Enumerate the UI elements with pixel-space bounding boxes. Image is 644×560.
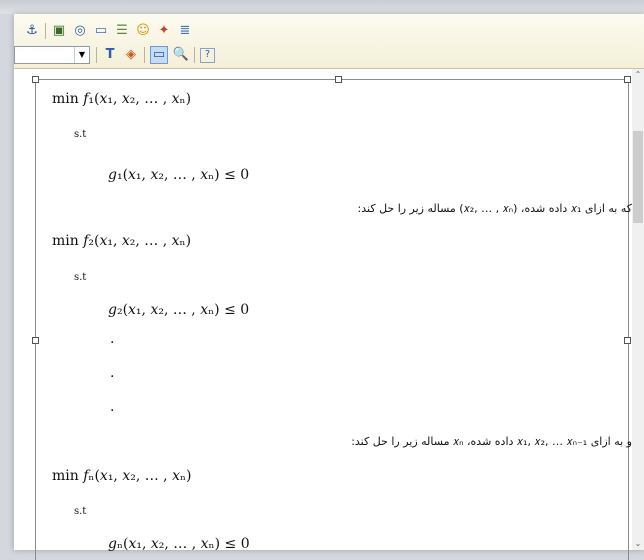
- constraint-1: 𝑔₁(𝑥₁, 𝑥₂, … , 𝑥ₙ) ≤ 0: [108, 167, 250, 183]
- lines-icon[interactable]: ☰: [114, 23, 130, 39]
- vertical-scrollbar[interactable]: ⌃ ⌄: [632, 69, 644, 550]
- resize-handle[interactable]: [624, 76, 631, 83]
- zoom-icon[interactable]: 🔍: [173, 47, 189, 63]
- separator: [96, 47, 97, 63]
- chevron-down-icon[interactable]: ▼: [74, 47, 89, 63]
- frame-icon[interactable]: ▭: [150, 46, 168, 64]
- style-combo[interactable]: ▼: [14, 46, 90, 64]
- toolbar-row-2: ▼ T ◈ ▭ 🔍 ?: [14, 44, 220, 66]
- subject-to-3: s.t: [74, 506, 87, 517]
- resize-handle[interactable]: [624, 337, 631, 344]
- resize-handle[interactable]: [335, 76, 342, 83]
- scroll-thumb[interactable]: [633, 131, 643, 223]
- resize-handle[interactable]: [32, 337, 39, 344]
- toolbar-row-1: ⚓ ▣ ◎ ▭ ☰ ☺ ✦ ≣: [24, 20, 198, 42]
- backdrop: [0, 0, 644, 14]
- toolbar: ⚓ ▣ ◎ ▭ ☰ ☺ ✦ ≣ ▼ T ◈ ▭ 🔍 ?: [14, 14, 644, 69]
- equation-frame[interactable]: [35, 79, 629, 560]
- subject-to-2: s.t: [74, 272, 87, 283]
- objective-2: min 𝑓₂(𝑥₁, 𝑥₂, … , 𝑥ₙ): [52, 233, 192, 249]
- separator: [144, 47, 145, 63]
- objective-3: min 𝑓ₙ(𝑥₁, 𝑥₂, … , 𝑥ₙ): [52, 468, 192, 484]
- objective-1: min 𝑓₁(𝑥₁, 𝑥₂, … , 𝑥ₙ): [52, 91, 192, 107]
- text-line-1: که به ازای 𝑥₁ داده شده، (𝑥₂, … , 𝑥ₙ) مسا…: [357, 202, 632, 215]
- help-icon[interactable]: ?: [200, 47, 215, 63]
- subject-to-1: s.t: [74, 129, 87, 140]
- window-icon[interactable]: ▭: [93, 23, 109, 39]
- scroll-up-icon[interactable]: ⌃: [632, 69, 644, 81]
- compass-icon[interactable]: ◎: [72, 23, 88, 39]
- objects-icon[interactable]: ✦: [156, 23, 172, 39]
- ellipsis-dot: .: [110, 331, 115, 347]
- smiley-icon[interactable]: ☺: [135, 23, 151, 39]
- anchor-icon[interactable]: ⚓: [24, 23, 40, 39]
- editor-window: ⚓ ▣ ◎ ▭ ☰ ☺ ✦ ≣ ▼ T ◈ ▭ 🔍 ? min 𝑓₁(𝑥₁, 𝑥…: [14, 14, 644, 560]
- constraint-2: 𝑔₂(𝑥₁, 𝑥₂, … , 𝑥ₙ) ≤ 0: [108, 302, 250, 318]
- scroll-down-icon[interactable]: ⌄: [632, 538, 644, 550]
- document-canvas[interactable]: min 𝑓₁(𝑥₁, 𝑥₂, … , 𝑥ₙ) s.t 𝑔₁(𝑥₁, 𝑥₂, … …: [14, 69, 644, 560]
- ellipsis-dot: .: [110, 399, 115, 415]
- separator: [45, 23, 46, 39]
- image-icon[interactable]: ▣: [51, 23, 67, 39]
- text-color-icon[interactable]: T: [102, 47, 118, 63]
- list-icon[interactable]: ≣: [177, 23, 193, 39]
- separator: [194, 47, 195, 63]
- text-line-2: و به ازای 𝑥₁, 𝑥₂, … 𝑥ₙ₋₁ داده شده، 𝑥ₙ مس…: [351, 435, 632, 448]
- ellipsis-dot: .: [110, 365, 115, 381]
- fill-color-icon[interactable]: ◈: [123, 47, 139, 63]
- resize-handle[interactable]: [32, 76, 39, 83]
